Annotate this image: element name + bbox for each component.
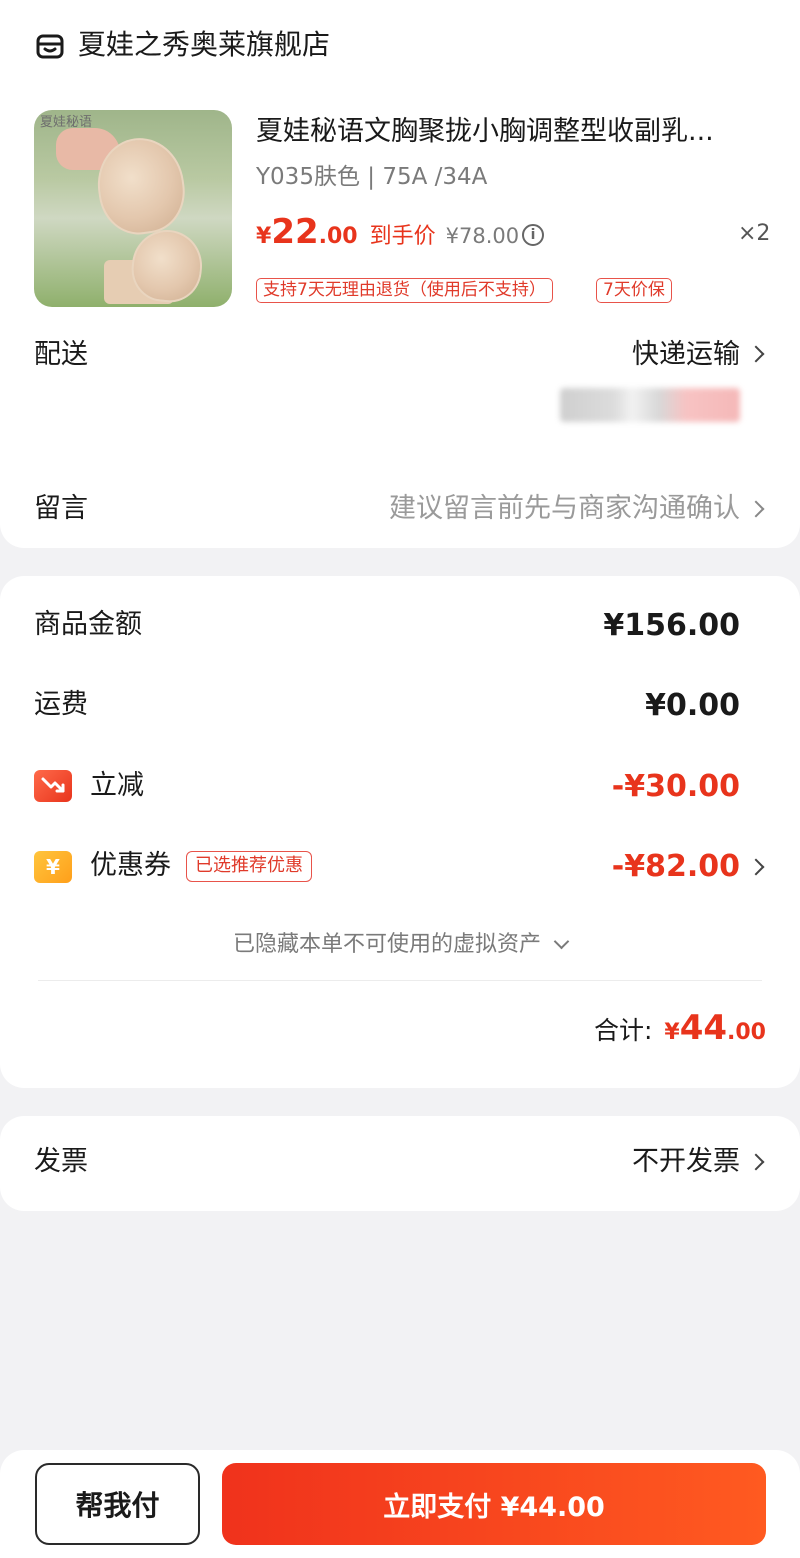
goods-amount-label: 商品金额 xyxy=(34,609,142,640)
address-redacted xyxy=(560,388,740,422)
store-name[interactable]: 夏娃之秀奥莱旗舰店 xyxy=(78,26,330,64)
order-card: 夏娃之秀奥莱旗舰店 夏娃秘语 夏娃秘语文胸聚拢小胸调整型收副乳... Y035肤… xyxy=(0,0,800,548)
trend-down-icon xyxy=(41,777,65,793)
message-input[interactable]: 建议留言前先与商家沟通确认 xyxy=(389,490,740,528)
message-chevron-icon[interactable] xyxy=(747,500,765,518)
total-integer: 44 xyxy=(679,1008,728,1048)
original-price: ¥78.00 xyxy=(445,224,520,248)
discount-arrow-icon xyxy=(34,770,72,802)
return-policy-tag: 支持7天无理由退货（使用后不支持） xyxy=(256,278,553,303)
hidden-assets-text: 已隐藏本单不可使用的虚拟资产 xyxy=(232,932,541,957)
message-label: 留言 xyxy=(34,493,88,524)
total-decimal: .00 xyxy=(727,1020,766,1045)
store-icon xyxy=(36,34,64,59)
shipping-label: 运费 xyxy=(34,689,88,720)
chevron-down-icon xyxy=(553,933,570,950)
price-decimal: .00 xyxy=(318,224,358,249)
hidden-assets-toggle[interactable]: 已隐藏本单不可使用的虚拟资产 xyxy=(0,926,800,958)
coupon-amount[interactable]: -¥82.00 xyxy=(612,847,740,887)
delivery-chevron-icon[interactable] xyxy=(747,345,765,363)
quantity: ×2 xyxy=(738,221,771,246)
price-label: 到手价 xyxy=(369,224,436,249)
help-pay-button[interactable]: 帮我付 xyxy=(35,1463,200,1545)
price-protect-tag: 7天价保 xyxy=(596,278,672,303)
coupon-selected-tag: 已选推荐优惠 xyxy=(186,851,312,882)
discount-label: 立减 xyxy=(90,770,144,801)
invoice-value[interactable]: 不开发票 xyxy=(632,1143,740,1181)
delivery-label: 配送 xyxy=(34,339,88,370)
total-row: 合计: ¥ 44 .00 xyxy=(594,1008,766,1048)
goods-amount: ¥156.00 xyxy=(603,608,740,643)
product-sku[interactable]: Y035肤色 | 75A /34A xyxy=(256,160,487,194)
image-watermark: 夏娃秘语 xyxy=(40,115,93,130)
product-title[interactable]: 夏娃秘语文胸聚拢小胸调整型收副乳... xyxy=(256,113,766,151)
discount-amount: -¥30.00 xyxy=(611,769,740,804)
pay-now-button[interactable]: 立即支付 ¥44.00 xyxy=(222,1463,766,1545)
coupon-label[interactable]: 优惠券 xyxy=(90,847,171,885)
product-image[interactable]: 夏娃秘语 xyxy=(34,110,232,307)
coupon-yen-icon: ¥ xyxy=(34,851,72,883)
total-currency: ¥ xyxy=(664,1020,680,1045)
invoice-label: 发票 xyxy=(34,1146,88,1177)
delivery-value[interactable]: 快递运输 xyxy=(632,336,740,374)
info-icon[interactable]: i xyxy=(522,224,544,246)
price-currency: ¥ xyxy=(256,224,272,249)
shipping-amount: ¥0.00 xyxy=(645,688,740,723)
price-row: ¥ 22 .00 到手价 ¥78.00 xyxy=(256,212,519,256)
price-integer: 22 xyxy=(271,212,319,252)
total-label: 合计: xyxy=(593,1016,653,1045)
divider xyxy=(38,980,762,981)
